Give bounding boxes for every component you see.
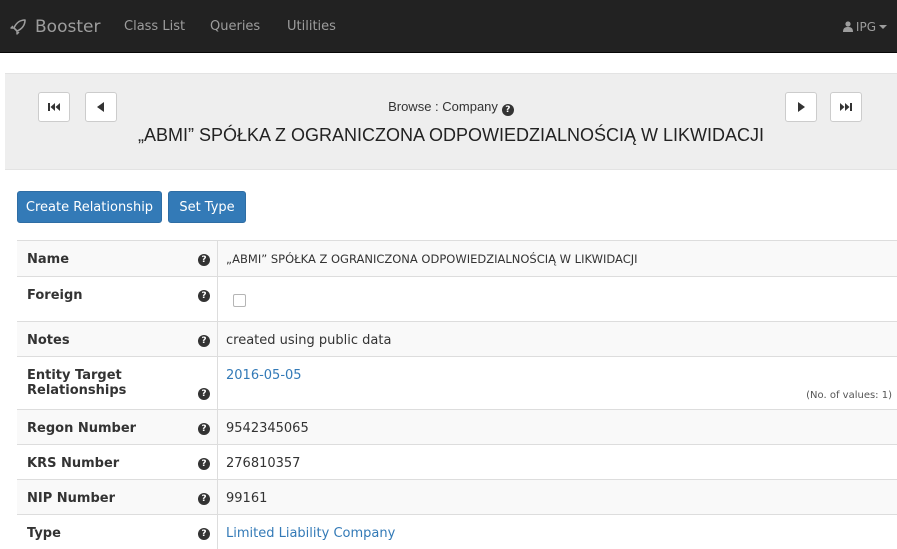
- browse-header: Browse : Company?: [5, 99, 897, 116]
- entity-title: „ABMI” SPÓŁKA Z OGRANICZONA ODPOWIEDZIAL…: [137, 125, 765, 145]
- table-row: Regon Number? 9542345065: [17, 410, 897, 445]
- property-table: Name? „ABMI” SPÓŁKA Z OGRANICZONA ODPOWI…: [17, 240, 897, 549]
- property-label: Type?: [17, 515, 218, 549]
- property-label: Regon Number?: [17, 410, 218, 444]
- table-row: Entity Target Relationships? 2016-05-05 …: [17, 357, 897, 410]
- step-forward-icon: [840, 103, 852, 111]
- property-value: 2016-05-05 (No. of values: 1): [218, 357, 897, 409]
- table-row: Foreign?: [17, 277, 897, 322]
- rocket-icon: [10, 18, 26, 35]
- relationship-link[interactable]: 2016-05-05: [226, 368, 302, 383]
- property-value: created using public data: [226, 333, 392, 348]
- triangle-right-icon: [798, 102, 805, 112]
- question-circle-icon[interactable]: ?: [198, 290, 210, 302]
- nav-class-list[interactable]: Class List: [124, 0, 185, 53]
- values-count: (No. of values: 1): [806, 390, 892, 401]
- property-label-text: NIP Number: [27, 491, 115, 506]
- property-label: KRS Number?: [17, 445, 218, 479]
- property-value: 276810357: [226, 456, 301, 471]
- property-label-text: Regon Number: [27, 421, 137, 436]
- last-record-button[interactable]: [830, 92, 862, 122]
- next-record-button[interactable]: [785, 92, 817, 122]
- property-label-text: Foreign: [27, 288, 83, 303]
- question-circle-icon[interactable]: ?: [198, 528, 210, 540]
- property-value: [218, 277, 897, 321]
- question-circle-icon[interactable]: ?: [198, 458, 210, 470]
- set-type-button[interactable]: Set Type: [168, 191, 246, 223]
- top-navbar: Booster Class List Queries Utilities IPG: [0, 0, 897, 53]
- caret-down-icon: [879, 25, 887, 29]
- property-label-text: Name: [27, 252, 70, 267]
- question-circle-icon[interactable]: ?: [501, 104, 514, 116]
- property-label-text: Notes: [27, 333, 70, 348]
- table-row: NIP Number? 99161: [17, 480, 897, 515]
- property-label-text: Type: [27, 526, 61, 541]
- question-circle-icon[interactable]: ?: [198, 388, 210, 400]
- property-label: Name?: [17, 241, 218, 276]
- type-link[interactable]: Limited Liability Company: [226, 526, 395, 541]
- property-label: NIP Number?: [17, 480, 218, 514]
- property-label-text: KRS Number: [27, 456, 120, 471]
- table-row: Type? Limited Liability Company: [17, 515, 897, 549]
- question-circle-icon[interactable]: ?: [198, 335, 210, 347]
- create-relationship-button[interactable]: Create Relationship: [17, 191, 162, 223]
- question-circle-icon[interactable]: ?: [198, 254, 210, 266]
- property-value: 99161: [226, 491, 268, 506]
- nav-queries[interactable]: Queries: [210, 0, 260, 53]
- question-circle-icon[interactable]: ?: [198, 423, 210, 435]
- property-value: „ABMI” SPÓŁKA Z OGRANICZONA ODPOWIEDZIAL…: [226, 252, 638, 266]
- nav-utilities[interactable]: Utilities: [287, 0, 336, 53]
- question-circle-icon[interactable]: ?: [198, 493, 210, 505]
- browse-panel: Browse : Company? „ABMI” SPÓŁKA Z OGRANI…: [5, 73, 897, 170]
- table-row: Notes? created using public data: [17, 322, 897, 357]
- user-name: IPG: [855, 19, 876, 34]
- property-label: Notes?: [17, 322, 218, 356]
- table-row: Name? „ABMI” SPÓŁKA Z OGRANICZONA ODPOWI…: [17, 241, 897, 277]
- property-label: Entity Target Relationships?: [17, 357, 218, 409]
- property-label-text: Entity Target Relationships: [27, 368, 127, 398]
- user-menu[interactable]: IPG: [842, 0, 887, 53]
- table-row: KRS Number? 276810357: [17, 445, 897, 480]
- property-value: Limited Liability Company: [218, 515, 897, 549]
- user-icon: [842, 21, 853, 32]
- brand-link[interactable]: Booster: [10, 0, 100, 53]
- brand-name: Booster: [35, 16, 101, 37]
- browse-label: Browse : Company: [388, 99, 498, 114]
- property-value: 9542345065: [226, 421, 309, 436]
- property-label: Foreign?: [17, 277, 218, 321]
- foreign-checkbox[interactable]: [233, 294, 246, 307]
